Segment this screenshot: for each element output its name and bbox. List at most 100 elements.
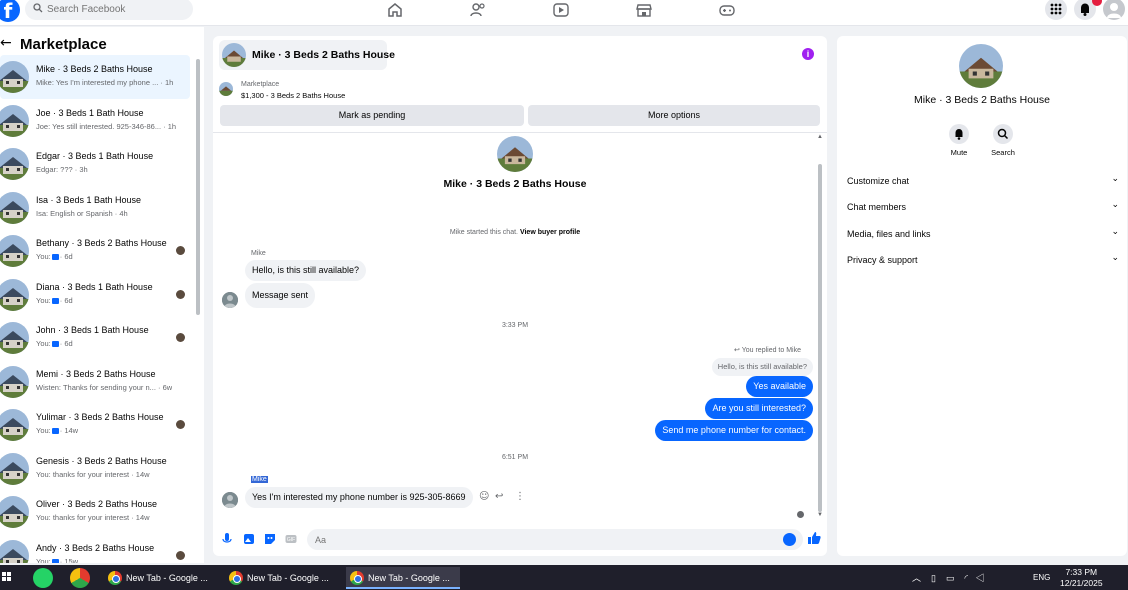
- account-button[interactable]: [1103, 0, 1125, 20]
- mute-button[interactable]: [949, 124, 969, 144]
- sticker-icon[interactable]: [264, 533, 276, 548]
- replied-text: You replied to Mike: [741, 347, 801, 354]
- clock-time: 7:33 PM: [1065, 567, 1098, 577]
- video-icon[interactable]: [552, 2, 570, 18]
- notification-badge: [1092, 0, 1102, 6]
- top-nav-bar: f: [0, 0, 1128, 26]
- taskbar-chrome-window-active[interactable]: New Tab - Google ...: [346, 567, 460, 589]
- volume-icon[interactable]: ◁: [976, 573, 985, 583]
- conversation-preview: You: · 6d: [36, 339, 73, 348]
- listing-thumbnail: [222, 43, 246, 67]
- quoted-message[interactable]: Hello, is this still available?: [711, 358, 813, 376]
- outgoing-message[interactable]: Yes available: [746, 376, 813, 397]
- conversation-item[interactable]: Yulimar · 3 Beds 2 Baths House You: · 14w: [0, 403, 190, 447]
- photo-icon[interactable]: [243, 533, 255, 548]
- window-label: New Tab - Google ...: [126, 573, 208, 583]
- phone-link-icon[interactable]: ▯: [931, 573, 936, 583]
- listing-avatar-large: [959, 44, 1003, 88]
- conversation-title: Bethany · 3 Beds 2 Baths House: [36, 238, 167, 248]
- like-icon[interactable]: [807, 531, 821, 548]
- incoming-message[interactable]: Hello, is this still available?: [245, 260, 367, 281]
- windows-start-icon[interactable]: [2, 572, 12, 582]
- friends-icon[interactable]: [469, 2, 487, 18]
- section-label: Customize chat: [847, 176, 910, 186]
- chat-members-section[interactable]: Chat members ⌄: [847, 198, 1121, 218]
- conversation-item[interactable]: Memi · 3 Beds 2 Baths House Wisten: Thank…: [0, 360, 190, 404]
- clock-date: 12/21/2025: [1060, 578, 1103, 588]
- conversation-item[interactable]: Diana · 3 Beds 1 Bath House You: · 6d: [0, 273, 190, 317]
- facebook-logo[interactable]: f: [0, 0, 20, 23]
- outgoing-message[interactable]: Send me phone number for contact.: [655, 420, 813, 441]
- scroll-up-icon[interactable]: ▲: [817, 134, 823, 140]
- conversation-item[interactable]: Isa · 3 Beds 1 Bath House Isa: English or…: [0, 186, 190, 230]
- section-label: Media, files and links: [847, 229, 931, 239]
- like-icon: [51, 254, 59, 261]
- reply-icon[interactable]: ↩: [495, 491, 503, 502]
- conversation-item[interactable]: Edgar · 3 Beds 1 Bath House Edgar: ??? · …: [0, 142, 190, 186]
- conversation-item[interactable]: Bethany · 3 Beds 2 Baths House You: · 6d: [0, 229, 190, 273]
- view-buyer-profile-link[interactable]: View buyer profile: [520, 229, 580, 236]
- customize-chat-section[interactable]: Customize chat ⌄: [847, 172, 1121, 192]
- conversation-item[interactable]: Genesis · 3 Beds 2 Baths House You: thank…: [0, 447, 190, 491]
- system-tray-icons[interactable]: ︿ ▯ ▭ ◜ ◁: [912, 571, 985, 584]
- listing-thumbnail: [0, 539, 29, 563]
- chat-header[interactable]: Mike · 3 Beds 2 Baths House: [219, 40, 395, 70]
- battery-icon[interactable]: ▭: [946, 573, 955, 583]
- taskbar-chrome-window[interactable]: New Tab - Google ...: [104, 567, 218, 589]
- info-icon[interactable]: i: [802, 48, 814, 60]
- conversation-preview: You: thanks for your interest · 14w: [36, 513, 150, 522]
- whatsapp-icon[interactable]: [33, 568, 53, 588]
- listing-price: $1,300 - 3 Beds 2 Baths House: [241, 91, 346, 100]
- listing-thumbnail: [0, 191, 29, 224]
- outgoing-message[interactable]: Are you still interested?: [705, 398, 813, 419]
- marketplace-icon[interactable]: [635, 2, 653, 18]
- mark-pending-button[interactable]: Mark as pending: [220, 105, 524, 126]
- chat-title: Mike · 3 Beds 2 Baths House: [252, 49, 395, 61]
- marketplace-sidebar: ← Marketplace Mike · 3 Beds 2 Baths Hous…: [0, 27, 204, 563]
- incoming-message[interactable]: Yes I'm interested my phone number is 92…: [245, 487, 473, 508]
- more-options-button[interactable]: More options: [528, 105, 820, 126]
- chrome-icon[interactable]: [70, 568, 90, 588]
- privacy-support-section[interactable]: Privacy & support ⌄: [847, 251, 1121, 271]
- conversation-item[interactable]: Mike · 3 Beds 2 Baths House Mike: Yes I'm…: [0, 55, 190, 99]
- taskbar-chrome-window[interactable]: New Tab - Google ...: [225, 567, 339, 589]
- sidebar-scrollbar[interactable]: [196, 59, 200, 315]
- reply-icon: ↩: [734, 346, 740, 354]
- wifi-icon[interactable]: ◜: [965, 573, 969, 583]
- conversation-item[interactable]: Oliver · 3 Beds 2 Baths House You: thanks…: [0, 490, 190, 534]
- conversation-item[interactable]: John · 3 Beds 1 Bath House You: · 6d: [0, 316, 190, 360]
- buyer-avatar-mini: [176, 289, 185, 299]
- chevron-up-icon[interactable]: ︿: [912, 573, 921, 583]
- more-icon[interactable]: ⋮: [515, 491, 525, 502]
- conversation-preview: You: thanks for your interest · 14w: [36, 469, 150, 479]
- taskbar-clock[interactable]: 7:33 PM 12/21/2025: [1060, 567, 1103, 589]
- replied-label: ↩ You replied to Mike: [734, 346, 801, 354]
- search-box[interactable]: [25, 0, 193, 20]
- language-indicator[interactable]: ENG: [1033, 573, 1050, 582]
- gif-icon[interactable]: GIF: [285, 533, 297, 548]
- message-input[interactable]: [307, 529, 803, 550]
- chat-scrollbar[interactable]: [818, 164, 822, 512]
- menu-grid-button[interactable]: [1045, 0, 1067, 20]
- emoji-icon[interactable]: [783, 533, 796, 546]
- react-emoji-icon[interactable]: ☺: [479, 491, 489, 502]
- search-input[interactable]: [47, 0, 187, 18]
- incoming-message[interactable]: Message sent: [245, 283, 316, 308]
- sender-avatar: [222, 292, 238, 308]
- microphone-icon[interactable]: [222, 533, 232, 548]
- conversation-item[interactable]: Andy · 3 Beds 2 Baths House You: · 15w: [0, 534, 190, 563]
- seen-indicator: [797, 511, 804, 518]
- search-chat-button[interactable]: [993, 124, 1013, 144]
- scroll-down-icon[interactable]: ▼: [817, 512, 823, 518]
- listing-small-thumbnail: [219, 82, 233, 96]
- back-arrow-icon[interactable]: ←: [0, 35, 12, 51]
- svg-text:GIF: GIF: [287, 537, 295, 543]
- listing-thumbnail: [0, 365, 29, 398]
- home-icon[interactable]: [386, 2, 404, 18]
- listing-thumbnail: [0, 61, 29, 93]
- conversation-preview: Edgar: ??? · 3h: [36, 165, 88, 174]
- conversation-item[interactable]: Joe · 3 Beds 1 Bath House Joe: Yes still …: [0, 99, 190, 143]
- listing-thumbnail: [0, 409, 29, 441]
- gaming-icon[interactable]: [718, 2, 736, 18]
- media-files-section[interactable]: Media, files and links ⌄: [847, 225, 1121, 245]
